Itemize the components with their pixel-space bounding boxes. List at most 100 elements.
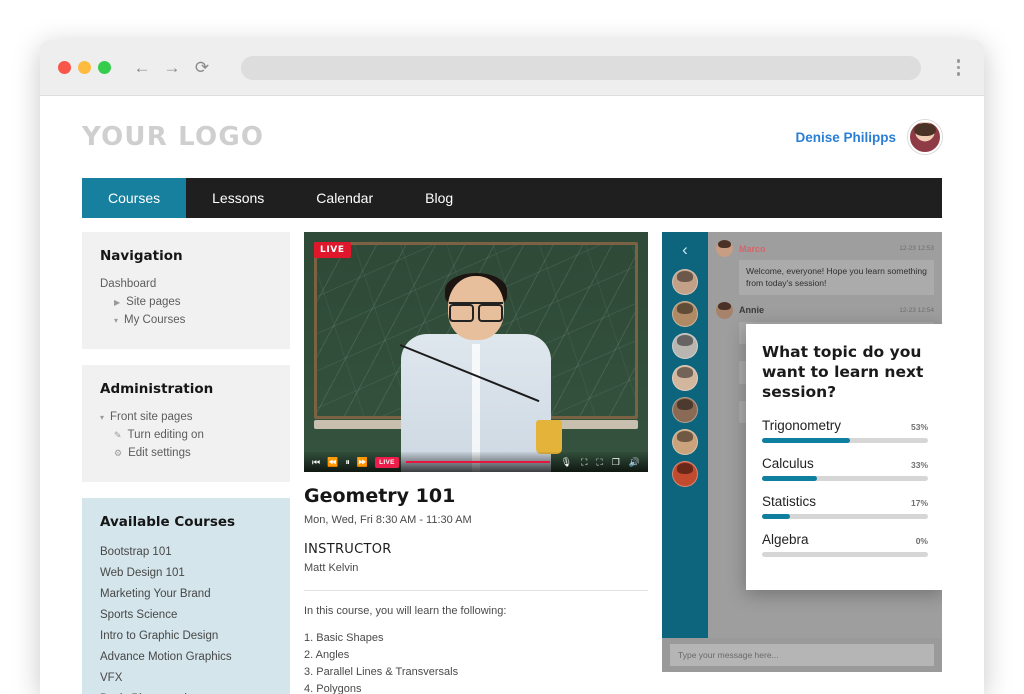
chat-input[interactable]: Type your message here... (670, 644, 934, 666)
list-item[interactable]: Basic Photography (100, 688, 272, 694)
participant-avatar[interactable] (672, 301, 698, 327)
cup (536, 420, 562, 454)
sidebar-item-label: My Courses (124, 314, 185, 326)
poll-option-percent: 33% (911, 460, 928, 470)
user-name[interactable]: Denise Philipps (795, 130, 896, 145)
browser-chrome-bar: ← → ⟳ (40, 40, 984, 96)
reload-icon[interactable]: ⟳ (189, 55, 215, 81)
sidebar-item-turn-editing-on[interactable]: ✎ Turn editing on (100, 426, 272, 444)
poll-option-row: Trigonometry 53% (762, 418, 928, 433)
sidebar-item-edit-settings[interactable]: ⚙ Edit settings (100, 444, 272, 462)
video-progress-bar[interactable] (406, 461, 550, 463)
poll-question: What topic do you want to learn next ses… (762, 342, 928, 402)
microphone-icon[interactable]: 🎙 (561, 458, 572, 467)
chat-message-time: 12-23 12:53 (899, 245, 934, 252)
participants-rail: ‹ ⚙ (662, 232, 708, 672)
chevron-down-icon: ▾ (114, 316, 118, 325)
participant-avatar[interactable] (672, 397, 698, 423)
collapse-chat-icon[interactable]: ‹ (682, 240, 688, 260)
tab-blog[interactable]: Blog (399, 178, 479, 218)
chat-message-header: Marco 12-23 12:53 (716, 240, 934, 257)
list-item[interactable]: Web Design 101 (100, 562, 272, 583)
chat-message: Marco 12-23 12:53 Welcome, everyone! Hop… (716, 240, 934, 295)
list-item[interactable]: Bootstrap 101 (100, 541, 272, 562)
avatar (716, 240, 733, 257)
participant-avatar[interactable] (672, 269, 698, 295)
administration-panel-title: Administration (100, 381, 272, 397)
site-content: YOUR LOGO Denise Philipps Courses Lesson… (40, 96, 984, 694)
chat-message-author: Annie (739, 305, 764, 315)
chat-message-header: Annie 12-23 12:54 (716, 302, 934, 319)
tab-lessons[interactable]: Lessons (186, 178, 290, 218)
skip-back-icon[interactable]: ⏮ (312, 458, 320, 467)
video-player[interactable]: LIVE ⏮ ⏪ ⏸ ⏩ LIVE 🎙 ⛶ ⛶ (304, 232, 648, 472)
maximize-window-button[interactable] (98, 61, 111, 74)
fast-forward-icon[interactable]: ⏩ (357, 458, 368, 467)
poll-option-label: Algebra (762, 532, 809, 547)
poll-option[interactable]: Calculus 33% (762, 456, 928, 481)
poll-progress-fill (762, 438, 850, 443)
course-schedule: Mon, Wed, Fri 8:30 AM - 11:30 AM (304, 514, 648, 526)
instructor-name: Matt Kelvin (304, 562, 648, 574)
minimize-window-button[interactable] (78, 61, 91, 74)
main-navigation: Courses Lessons Calendar Blog (82, 178, 942, 218)
volume-icon[interactable]: 🔊 (629, 458, 640, 467)
avatar[interactable] (908, 120, 942, 154)
captions-icon[interactable]: ⛶ (581, 458, 587, 467)
picture-in-picture-icon[interactable]: ❐ (612, 458, 620, 467)
video-controls: ⏮ ⏪ ⏸ ⏩ LIVE 🎙 ⛶ ⛶ ❐ 🔊 (304, 452, 648, 472)
poll-option-label: Statistics (762, 494, 816, 509)
participant-avatar[interactable] (672, 365, 698, 391)
list-item[interactable]: Intro to Graphic Design (100, 625, 272, 646)
list-item[interactable]: VFX (100, 667, 272, 688)
sidebar-item-front-site-pages[interactable]: ▾ Front site pages (100, 408, 272, 426)
gear-icon: ⚙ (114, 448, 122, 459)
poll-option[interactable]: Algebra 0% (762, 532, 928, 557)
forward-icon[interactable]: → (159, 55, 185, 81)
avatar (716, 302, 733, 319)
poll-card: What topic do you want to learn next ses… (746, 324, 942, 590)
chat-input-row: Type your message here... (662, 638, 942, 672)
poll-option-label: Calculus (762, 456, 814, 471)
poll-option-percent: 0% (916, 536, 928, 546)
chevron-right-icon: ▶ (114, 298, 120, 307)
sidebar-item-my-courses[interactable]: ▾ My Courses (100, 311, 272, 329)
close-window-button[interactable] (58, 61, 71, 74)
sidebar-item-label: Site pages (126, 296, 180, 308)
back-icon[interactable]: ← (129, 55, 155, 81)
list-item[interactable]: Advance Motion Graphics (100, 646, 272, 667)
pause-icon[interactable]: ⏸ (345, 458, 350, 467)
fullscreen-icon[interactable]: ⛶ (596, 458, 602, 467)
topics-list: 1. Basic Shapes 2. Angles 3. Parallel Li… (304, 630, 648, 694)
video-right-controls: 🎙 ⛶ ⛶ ❐ 🔊 (561, 458, 640, 467)
description-intro: In this course, you will learn the follo… (304, 605, 648, 617)
poll-progress-fill (762, 476, 817, 481)
chat-messages: Marco 12-23 12:53 Welcome, everyone! Hop… (708, 232, 942, 672)
list-item: 4. Polygons (304, 681, 648, 694)
administration-panel: Administration ▾ Front site pages ✎ Turn… (82, 365, 290, 482)
sidebar-item-dashboard[interactable]: Dashboard (100, 275, 272, 293)
section-divider (304, 590, 648, 591)
poll-option-percent: 53% (911, 422, 928, 432)
rewind-icon[interactable]: ⏪ (327, 458, 338, 467)
sidebar-item-label: Edit settings (128, 447, 191, 459)
sidebar-item-label: Front site pages (110, 411, 192, 423)
tab-calendar[interactable]: Calendar (290, 178, 399, 218)
participant-avatar[interactable] (672, 333, 698, 359)
poll-progress-fill (762, 514, 790, 519)
tab-courses[interactable]: Courses (82, 178, 186, 218)
participant-avatar[interactable] (672, 461, 698, 487)
participant-avatar[interactable] (672, 429, 698, 455)
list-item[interactable]: Sports Science (100, 604, 272, 625)
poll-option[interactable]: Statistics 17% (762, 494, 928, 519)
user-menu[interactable]: Denise Philipps (795, 120, 942, 154)
list-item: 2. Angles (304, 647, 648, 664)
poll-option-label: Trigonometry (762, 418, 841, 433)
chat-message-text: Welcome, everyone! Hope you learn someth… (739, 260, 934, 295)
kebab-menu-icon[interactable] (951, 55, 967, 80)
sidebar-item-site-pages[interactable]: ▶ Site pages (100, 293, 272, 311)
url-input[interactable] (241, 56, 921, 80)
list-item[interactable]: Marketing Your Brand (100, 583, 272, 604)
poll-option[interactable]: Trigonometry 53% (762, 418, 928, 443)
poll-option-row: Statistics 17% (762, 494, 928, 509)
